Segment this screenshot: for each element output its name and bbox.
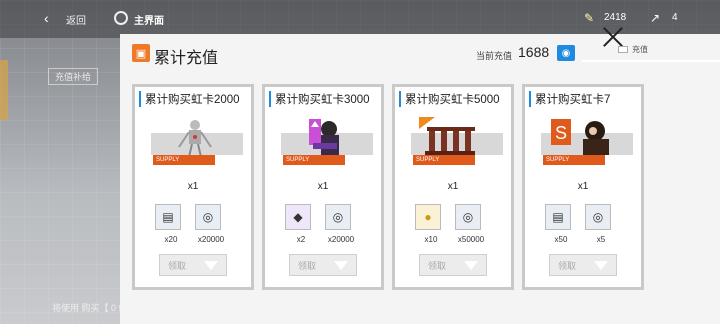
armored-figure-icon xyxy=(309,119,339,155)
reward-list: ▤ x50 ◎ x5 xyxy=(545,204,629,250)
reward-qty: x5 xyxy=(596,235,606,244)
reward-card: 累计购买虹卡2000 SUPPLY x1 ▤ x20 ◎ x20000 领取 xyxy=(132,84,254,290)
reward-card: 累计购买虹卡5000 SUPPLY x1 ● x10 ◎ x50000 领取 xyxy=(392,84,514,290)
gold-coin-icon: ● xyxy=(415,204,441,230)
tab-recharge-label: 充值 xyxy=(632,44,648,54)
claim-button[interactable]: 领取 xyxy=(289,254,357,276)
back-arrow-icon[interactable]: ‹ xyxy=(44,11,58,25)
svg-text:S: S xyxy=(555,123,567,143)
reward-qty: x20000 xyxy=(197,235,225,244)
resource2-value: 4 xyxy=(672,12,678,23)
furniture-icon xyxy=(419,117,475,155)
card-title: 累计购买虹卡2000 xyxy=(139,91,240,107)
reward-card: 累计购买虹卡7 S SUPPLY x1 ▤ x50 ◎ x5 领取 xyxy=(522,84,644,290)
claim-button[interactable]: 领取 xyxy=(549,254,617,276)
ring-item-icon: ◎ xyxy=(325,204,351,230)
reward-item[interactable]: ▤ x50 xyxy=(545,204,575,250)
reward-qty: x10 xyxy=(424,235,438,244)
card-count: x1 xyxy=(577,181,589,192)
ring-item-icon: ◎ xyxy=(455,204,481,230)
reward-list: ● x10 ◎ x50000 xyxy=(415,204,499,250)
reward-list: ▤ x20 ◎ x20000 xyxy=(155,204,239,250)
reward-cards[interactable]: 累计购买虹卡2000 SUPPLY x1 ▤ x20 ◎ x20000 领取 累… xyxy=(132,84,720,324)
reward-qty: x50000 xyxy=(457,235,485,244)
supply-art: SUPPLY xyxy=(149,113,243,165)
reward-qty: x2 xyxy=(296,235,306,244)
pen-resource-icon: ✎ xyxy=(584,11,595,25)
tab-recharge[interactable]: 充值 xyxy=(618,42,690,56)
card-count: x1 xyxy=(447,181,459,192)
reward-item[interactable]: ◎ x20000 xyxy=(325,204,355,250)
home-icon[interactable] xyxy=(114,11,128,25)
claim-button[interactable]: 领取 xyxy=(159,254,227,276)
total-label: 当前充值 xyxy=(476,51,513,61)
tab-underline xyxy=(582,60,720,62)
supply-band: SUPPLY xyxy=(543,155,605,165)
mech-figure-icon xyxy=(178,120,212,157)
feather-resource-icon: ↗ xyxy=(650,11,661,25)
supply-band: SUPPLY xyxy=(153,155,215,165)
supply-art: SUPPLY xyxy=(279,113,373,165)
tag-icon xyxy=(618,45,628,53)
reward-item[interactable]: ◎ x50000 xyxy=(455,204,485,250)
reward-item[interactable]: ● x10 xyxy=(415,204,445,250)
reward-item[interactable]: ◆ x2 xyxy=(285,204,315,250)
card-pack-icon: ▤ xyxy=(545,204,571,230)
modal-title: 累计充值 xyxy=(154,50,219,67)
card-count: x1 xyxy=(317,181,329,192)
reward-list: ◆ x2 ◎ x20000 xyxy=(285,204,369,250)
reward-item[interactable]: ◎ x20000 xyxy=(195,204,225,250)
ring-item-icon: ◎ xyxy=(195,204,221,230)
gift-icon: ▣ xyxy=(132,44,150,62)
reward-qty: x20 xyxy=(164,235,178,244)
side-tag: 充值补给 xyxy=(48,68,99,85)
reward-qty: x50 xyxy=(554,235,568,244)
card-title: 累计购买虹卡5000 xyxy=(399,91,500,107)
card-pack-icon: ▤ xyxy=(155,204,181,230)
card-count: x1 xyxy=(187,181,199,192)
total-value: 1688 xyxy=(518,44,550,60)
cumulative-recharge-modal: ▣ 累计充值 当前充值 1688 ◉ 充值 累计购买虹卡2000 SUPPLY … xyxy=(120,34,720,324)
ring-item-icon: ◎ xyxy=(585,204,611,230)
card-title: 累计购买虹卡7 xyxy=(529,91,610,107)
page-label: 主界面 xyxy=(134,16,164,27)
character-figure-icon: S xyxy=(551,119,609,155)
supply-art: S SUPPLY xyxy=(539,113,633,165)
supply-art: SUPPLY xyxy=(409,113,503,165)
reward-item[interactable]: ◎ x5 xyxy=(585,204,615,250)
supply-band: SUPPLY xyxy=(413,155,475,165)
supply-band: SUPPLY xyxy=(283,155,345,165)
reward-item[interactable]: ▤ x20 xyxy=(155,204,185,250)
claim-button[interactable]: 领取 xyxy=(419,254,487,276)
card-title: 累计购买虹卡3000 xyxy=(269,91,370,107)
crystal-icon: ◆ xyxy=(285,204,311,230)
side-edge-decoration xyxy=(0,60,8,120)
reward-qty: x20000 xyxy=(327,235,355,244)
reward-card: 累计购买虹卡3000 SUPPLY x1 ◆ x2 ◎ x20000 领取 xyxy=(262,84,384,290)
visibility-toggle-icon[interactable]: ◉ xyxy=(557,45,575,61)
back-label[interactable]: 返回 xyxy=(66,12,86,27)
